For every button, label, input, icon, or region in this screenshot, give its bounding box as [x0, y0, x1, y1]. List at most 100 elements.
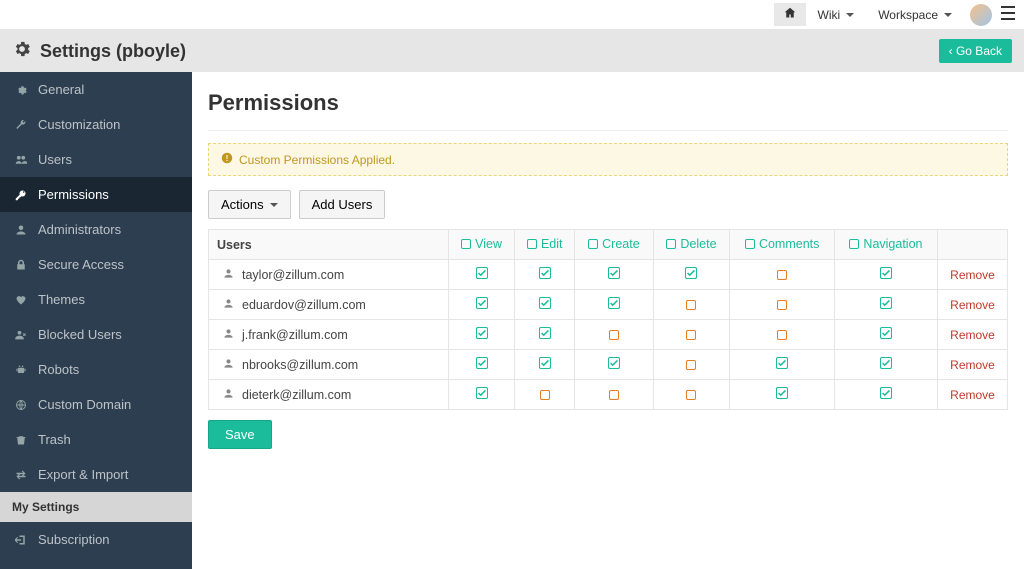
perm-edit[interactable] — [515, 290, 575, 320]
perm-comments[interactable] — [730, 350, 835, 380]
sidebar-item-robots[interactable]: Robots — [0, 352, 192, 387]
wiki-label: Wiki — [818, 8, 841, 22]
top-nav: Wiki Workspace — [0, 0, 1024, 30]
save-button[interactable]: Save — [208, 420, 272, 449]
perm-create[interactable] — [575, 290, 653, 320]
svg-text:!: ! — [226, 154, 229, 163]
sidebar-item-label: Export & Import — [38, 467, 128, 482]
workspace-menu[interactable]: Workspace — [866, 4, 964, 26]
checkbox-unchecked-icon — [686, 390, 696, 400]
wiki-menu[interactable]: Wiki — [806, 4, 867, 26]
perm-edit[interactable] — [515, 380, 575, 410]
user-icon — [223, 268, 234, 282]
col-navigation[interactable]: Navigation — [834, 230, 937, 260]
perm-view[interactable] — [449, 260, 515, 290]
home-button[interactable] — [774, 3, 806, 26]
page-title: Permissions — [208, 90, 1008, 116]
checkbox-checked-icon — [476, 387, 488, 399]
col-delete[interactable]: Delete — [653, 230, 730, 260]
perm-view[interactable] — [449, 380, 515, 410]
goback-button[interactable]: ‹ Go Back — [939, 39, 1012, 63]
perm-edit[interactable] — [515, 350, 575, 380]
perm-navigation[interactable] — [834, 290, 937, 320]
sidebar-item-administrators[interactable]: Administrators — [0, 212, 192, 247]
sidebar-item-secure-access[interactable]: Secure Access — [0, 247, 192, 282]
sidebar-item-themes[interactable]: Themes — [0, 282, 192, 317]
wrench-icon — [14, 119, 28, 131]
page-header: Settings (pboyle) — [12, 39, 186, 64]
table-row: dieterk@zillum.comRemove — [209, 380, 1008, 410]
checkbox-checked-icon — [476, 267, 488, 279]
sidebar-item-users[interactable]: Users — [0, 142, 192, 177]
perm-navigation[interactable] — [834, 380, 937, 410]
info-icon: ! — [221, 152, 233, 167]
hamburger-menu[interactable] — [1000, 6, 1016, 23]
perm-comments[interactable] — [730, 380, 835, 410]
perm-create[interactable] — [575, 350, 653, 380]
user-icon — [14, 224, 28, 236]
add-users-button[interactable]: Add Users — [299, 190, 386, 219]
home-icon — [784, 7, 796, 22]
perm-navigation[interactable] — [834, 350, 937, 380]
col-comments[interactable]: Comments — [730, 230, 835, 260]
logout-icon — [14, 534, 28, 546]
col-edit[interactable]: Edit — [515, 230, 575, 260]
sidebar-item-label: Custom Domain — [38, 397, 131, 412]
perm-view[interactable] — [449, 350, 515, 380]
perm-navigation[interactable] — [834, 320, 937, 350]
remove-link[interactable]: Remove — [950, 388, 995, 402]
checkbox-checked-icon — [539, 327, 551, 339]
sidebar-item-permissions[interactable]: Permissions — [0, 177, 192, 212]
sidebar-item-label: Subscription — [38, 532, 110, 547]
user-cell: eduardov@zillum.com — [209, 290, 449, 320]
sidebar-item-trash[interactable]: Trash — [0, 422, 192, 457]
gears-icon — [12, 39, 32, 64]
checkbox-icon — [745, 239, 755, 249]
perm-delete[interactable] — [653, 350, 730, 380]
perm-delete[interactable] — [653, 380, 730, 410]
sidebar-item-blocked-users[interactable]: Blocked Users — [0, 317, 192, 352]
perm-create[interactable] — [575, 260, 653, 290]
notice-text: Custom Permissions Applied. — [239, 153, 395, 167]
remove-link[interactable]: Remove — [950, 268, 995, 282]
checkbox-icon — [461, 239, 471, 249]
remove-link[interactable]: Remove — [950, 328, 995, 342]
perm-delete[interactable] — [653, 320, 730, 350]
perm-navigation[interactable] — [834, 260, 937, 290]
remove-link[interactable]: Remove — [950, 358, 995, 372]
perm-delete[interactable] — [653, 290, 730, 320]
col-actions — [938, 230, 1008, 260]
sidebar-item-custom-domain[interactable]: Custom Domain — [0, 387, 192, 422]
col-create[interactable]: Create — [575, 230, 653, 260]
checkbox-icon — [527, 239, 537, 249]
sidebar-item-customization[interactable]: Customization — [0, 107, 192, 142]
checkbox-checked-icon — [880, 387, 892, 399]
perm-view[interactable] — [449, 320, 515, 350]
checkbox-checked-icon — [608, 267, 620, 279]
perm-create[interactable] — [575, 320, 653, 350]
users-icon — [14, 154, 28, 166]
user-icon — [223, 328, 234, 342]
col-view[interactable]: View — [449, 230, 515, 260]
remove-link[interactable]: Remove — [950, 298, 995, 312]
perm-comments[interactable] — [730, 290, 835, 320]
perm-create[interactable] — [575, 380, 653, 410]
perm-view[interactable] — [449, 290, 515, 320]
avatar[interactable] — [970, 4, 992, 26]
perm-comments[interactable] — [730, 320, 835, 350]
checkbox-checked-icon — [539, 297, 551, 309]
sidebar-item-subscription[interactable]: Subscription — [0, 522, 192, 557]
perm-comments[interactable] — [730, 260, 835, 290]
perm-edit[interactable] — [515, 320, 575, 350]
checkbox-unchecked-icon — [777, 300, 787, 310]
checkbox-icon — [849, 239, 859, 249]
sidebar-item-label: General — [38, 82, 84, 97]
caret-down-icon — [270, 203, 278, 207]
perm-delete[interactable] — [653, 260, 730, 290]
actions-button[interactable]: Actions — [208, 190, 291, 219]
sidebar-item-label: Customization — [38, 117, 120, 132]
sidebar-item-export-import[interactable]: Export & Import — [0, 457, 192, 492]
perm-edit[interactable] — [515, 260, 575, 290]
sidebar-item-general[interactable]: General — [0, 72, 192, 107]
lock-icon — [14, 259, 28, 271]
